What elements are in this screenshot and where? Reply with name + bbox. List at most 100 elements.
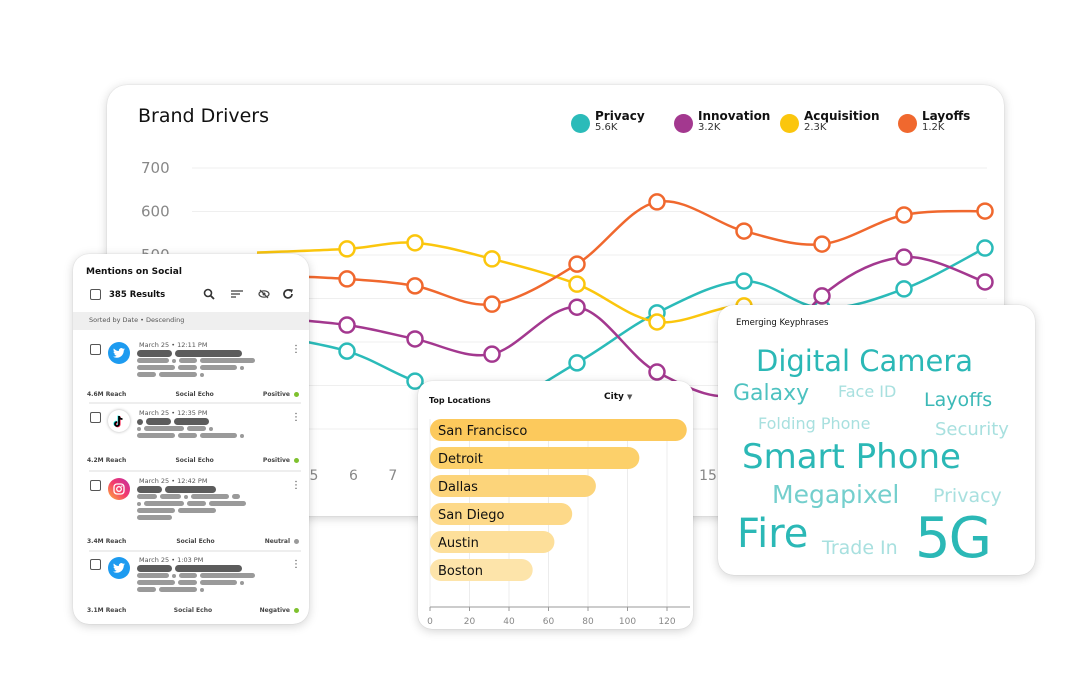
keyphrase-word[interactable]: Privacy xyxy=(933,487,1002,506)
post-checkbox[interactable] xyxy=(90,559,101,570)
keyphrase-word[interactable]: 5G xyxy=(915,511,992,567)
keyphrase-word[interactable]: Trade In xyxy=(822,539,898,558)
legend-dot-icon xyxy=(780,114,799,133)
search-icon[interactable] xyxy=(202,287,216,301)
data-point-layoffs[interactable] xyxy=(895,206,913,224)
twitter-icon xyxy=(108,342,130,364)
post-item[interactable]: March 25 • 12:35 PM ⋮ 4.2M Reach Social … xyxy=(73,404,309,472)
y-tick-label: 600 xyxy=(141,203,170,221)
legend-dot-icon xyxy=(571,114,590,133)
data-point-acquisition[interactable] xyxy=(648,313,666,331)
keyphrase-word[interactable]: Face ID xyxy=(838,384,896,400)
data-point-layoffs[interactable] xyxy=(338,270,356,288)
data-point-layoffs[interactable] xyxy=(483,295,501,313)
post-source: Social Echo xyxy=(175,391,214,398)
location-label: Boston xyxy=(438,564,483,579)
chart-title: Brand Drivers xyxy=(138,105,269,127)
data-point-layoffs[interactable] xyxy=(976,202,994,220)
sort-bar[interactable]: Sorted by Date • Descending xyxy=(73,312,309,330)
post-source: Social Echo xyxy=(173,607,213,614)
more-options-icon[interactable]: ⋮ xyxy=(291,412,301,423)
data-point-layoffs[interactable] xyxy=(568,255,586,273)
data-point-layoffs[interactable] xyxy=(648,193,666,211)
dropdown-value: City xyxy=(604,392,624,402)
data-point-privacy[interactable] xyxy=(976,239,994,257)
data-point-privacy[interactable] xyxy=(568,354,586,372)
post-sentiment: Positive xyxy=(262,457,290,464)
data-point-privacy[interactable] xyxy=(895,280,913,298)
data-point-innovation[interactable] xyxy=(813,287,831,305)
x-tick-label: 15 xyxy=(699,468,717,484)
post-footer: 4.2M Reach Social Echo Positive xyxy=(87,457,299,464)
keyphrase-word[interactable]: Galaxy xyxy=(733,383,809,405)
data-point-innovation[interactable] xyxy=(976,273,994,291)
legend-item-layoffs[interactable]: Layoffs 1.2K xyxy=(898,110,970,133)
location-label: San Diego xyxy=(438,508,504,523)
data-point-innovation[interactable] xyxy=(483,345,501,363)
instagram-icon xyxy=(108,478,130,500)
data-point-layoffs[interactable] xyxy=(813,235,831,253)
legend-name: Acquisition xyxy=(804,109,880,123)
sentiment-dot-icon xyxy=(293,392,299,397)
data-point-layoffs[interactable] xyxy=(735,222,753,240)
legend-value: 2.3K xyxy=(804,122,827,133)
data-point-privacy[interactable] xyxy=(735,272,753,290)
sentiment-dot-icon xyxy=(294,539,299,544)
legend-item-acquisition[interactable]: Acquisition 2.3K xyxy=(780,109,880,133)
keyphrase-word[interactable]: Megapixel xyxy=(772,482,899,507)
city-dropdown[interactable]: City ▼ xyxy=(604,392,632,402)
legend-name: Privacy xyxy=(595,109,645,123)
data-point-acquisition[interactable] xyxy=(568,275,586,293)
keyphrase-word[interactable]: Fire xyxy=(737,514,808,554)
post-date: March 25 • 12:11 PM xyxy=(139,341,208,349)
post-reach: 3.4M Reach xyxy=(87,538,127,545)
keyphrase-word[interactable]: Smart Phone xyxy=(742,440,961,474)
keyphrase-word[interactable]: Layoffs xyxy=(924,391,992,410)
post-date: March 25 • 1:03 PM xyxy=(139,556,204,564)
x-tick-label: 5 xyxy=(310,468,319,484)
legend-item-innovation[interactable]: Innovation 3.2K xyxy=(674,110,770,133)
refresh-icon[interactable] xyxy=(281,287,295,301)
post-item[interactable]: March 25 • 12:11 PM ⋮ 4.6M Reach Social … xyxy=(73,336,309,404)
data-point-innovation[interactable] xyxy=(895,248,913,266)
post-sentiment: Negative xyxy=(259,607,290,614)
post-checkbox[interactable] xyxy=(90,480,101,491)
location-label: Dallas xyxy=(438,480,478,495)
social-mentions-panel: Mentions on Social 385 Results Sorted by… xyxy=(73,254,309,624)
x-tick-label: 80 xyxy=(582,617,594,627)
legend-item-privacy[interactable]: Privacy 5.6K xyxy=(571,109,645,133)
legend-dot-icon xyxy=(674,114,693,133)
location-label: San Francisco xyxy=(438,424,527,439)
keyphrase-word[interactable]: Digital Camera xyxy=(756,347,973,376)
x-tick-label: 100 xyxy=(619,617,636,627)
post-checkbox[interactable] xyxy=(90,344,101,355)
post-reach: 4.2M Reach xyxy=(87,457,127,464)
more-options-icon[interactable]: ⋮ xyxy=(291,559,301,570)
keyphrase-word[interactable]: Folding Phone xyxy=(758,416,870,432)
x-tick-label: 40 xyxy=(503,617,515,627)
more-options-icon[interactable]: ⋮ xyxy=(291,480,301,491)
post-source: Social Echo xyxy=(175,457,214,464)
top-locations-panel: 0 20 40 60 80 100 120 San Francisco Detroit Dalla… xyxy=(418,381,693,629)
data-point-layoffs[interactable] xyxy=(406,277,424,295)
post-date: March 25 • 12:35 PM xyxy=(139,409,208,417)
post-item[interactable]: March 25 • 12:42 PM ⋮ 3.4M Reach Social … xyxy=(73,472,309,552)
data-point-privacy[interactable] xyxy=(338,342,356,360)
x-tick-label: 7 xyxy=(388,468,397,484)
data-point-acquisition[interactable] xyxy=(406,234,424,252)
panel-title: Emerging Keyphrases xyxy=(736,318,829,328)
data-point-innovation[interactable] xyxy=(338,316,356,334)
more-options-icon[interactable]: ⋮ xyxy=(291,344,301,355)
post-item[interactable]: March 25 • 1:03 PM ⋮ 3.1M Reach Social E… xyxy=(73,551,309,621)
hide-icon[interactable] xyxy=(257,287,271,301)
data-point-acquisition[interactable] xyxy=(338,240,356,258)
data-point-innovation[interactable] xyxy=(648,363,666,381)
post-checkbox[interactable] xyxy=(90,412,101,423)
filter-icon[interactable] xyxy=(230,287,244,301)
data-point-innovation[interactable] xyxy=(406,330,424,348)
post-content-placeholder xyxy=(137,486,249,521)
post-sentiment: Neutral xyxy=(264,538,290,545)
data-point-innovation[interactable] xyxy=(568,298,586,316)
data-point-acquisition[interactable] xyxy=(483,250,501,268)
select-all-checkbox[interactable] xyxy=(90,289,101,300)
